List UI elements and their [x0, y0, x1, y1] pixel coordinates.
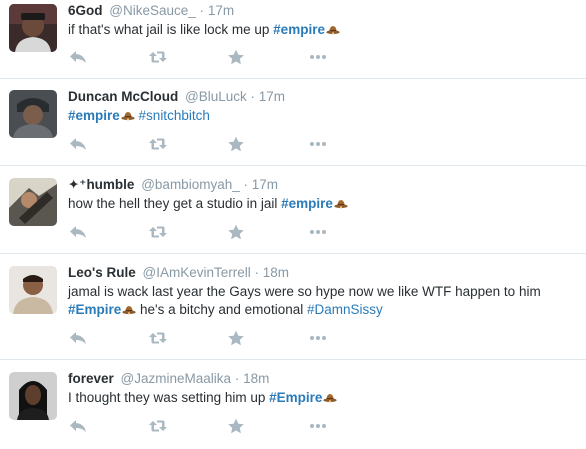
reply-icon[interactable] [68, 224, 88, 240]
display-name-text: humble [86, 177, 135, 192]
hashtag-link[interactable]: #empire [281, 196, 333, 211]
star-icon[interactable] [226, 49, 246, 65]
reply-icon[interactable] [68, 418, 88, 434]
tweet-header: forever @JazmineMaalika · 18m [68, 370, 578, 388]
timestamp[interactable]: 18m [263, 265, 289, 280]
star-icon[interactable] [226, 136, 246, 152]
hashtag-link[interactable]: #snitchbitch [139, 108, 210, 123]
tweet-text: #empire #snitchbitch [68, 107, 578, 125]
more-icon[interactable] [308, 49, 328, 65]
cowboy-hat-emoji-icon [326, 24, 340, 35]
reply-icon[interactable] [68, 49, 88, 65]
username[interactable]: @bambiomyah_ [141, 177, 240, 192]
separator-dot: · [243, 177, 249, 192]
tweet-text-part: jamal is wack last year the Gays were so… [68, 284, 541, 299]
cowboy-hat-emoji-icon [122, 304, 136, 315]
retweet-icon[interactable] [148, 224, 168, 240]
star-icon[interactable] [226, 224, 246, 240]
tweet-header: ✦⁺humble @bambiomyah_ · 17m [68, 176, 578, 194]
avatar[interactable] [9, 266, 57, 314]
separator-dot: · [250, 89, 256, 104]
tweet-header: Duncan McCloud @BluLuck · 17m [68, 88, 578, 106]
display-name[interactable]: 6God [68, 3, 103, 18]
display-name[interactable]: Leo's Rule [68, 265, 136, 280]
tweet-text-part: he's a bitchy and emotional [136, 302, 307, 317]
hashtag-link[interactable]: #empire [273, 22, 325, 37]
reply-icon[interactable] [68, 330, 88, 346]
tweet-header: Leo's Rule @IAmKevinTerrell · 18m [68, 264, 578, 282]
sparkle-glyph: ✦⁺ [68, 177, 87, 192]
tweet[interactable]: Duncan McCloud @BluLuck · 17m #empire #s… [0, 79, 586, 166]
display-name[interactable]: Duncan McCloud [68, 89, 178, 104]
tweet-header: 6God @NikeSauce_ · 17m [68, 2, 578, 20]
tweet[interactable]: forever @JazmineMaalika · 18m I thought … [0, 360, 586, 449]
star-icon[interactable] [226, 418, 246, 434]
reply-icon[interactable] [68, 136, 88, 152]
username[interactable]: @BluLuck [185, 89, 247, 104]
retweet-icon[interactable] [148, 49, 168, 65]
display-name[interactable]: ✦⁺humble [68, 177, 134, 192]
timestamp[interactable]: 17m [252, 177, 278, 192]
tweet[interactable]: Leo's Rule @IAmKevinTerrell · 18m jamal … [0, 254, 586, 360]
tweet-text: I thought they was setting him up #Empir… [68, 389, 578, 407]
separator-dot: · [199, 3, 205, 18]
tweet-text: how the hell they get a studio in jail #… [68, 195, 578, 213]
display-name[interactable]: forever [68, 371, 114, 386]
star-icon[interactable] [226, 330, 246, 346]
avatar[interactable] [9, 4, 57, 52]
tweet-text-part: how the hell they get a studio in jail [68, 196, 282, 211]
cowboy-hat-emoji-icon [323, 392, 337, 403]
hashtag-link[interactable]: #DamnSissy [307, 302, 383, 317]
tweet-text-part: if that's what jail is like lock me up [68, 22, 274, 37]
tweet-text: if that's what jail is like lock me up #… [68, 21, 578, 39]
retweet-icon[interactable] [148, 136, 168, 152]
timestamp[interactable]: 17m [259, 89, 285, 104]
tweet-text: jamal is wack last year the Gays were so… [68, 283, 578, 319]
hashtag-link[interactable]: #Empire [269, 390, 322, 405]
hashtag-link[interactable]: #Empire [68, 302, 121, 317]
avatar[interactable] [9, 372, 57, 420]
cowboy-hat-emoji-icon [334, 198, 348, 209]
separator-dot: · [254, 265, 260, 280]
more-icon[interactable] [308, 224, 328, 240]
timestamp[interactable]: 18m [243, 371, 269, 386]
more-icon[interactable] [308, 330, 328, 346]
tweet[interactable]: ✦⁺humble @bambiomyah_ · 17m how the hell… [0, 166, 586, 254]
retweet-icon[interactable] [148, 330, 168, 346]
retweet-icon[interactable] [148, 418, 168, 434]
cowboy-hat-emoji-icon [121, 110, 135, 121]
separator-dot: · [234, 371, 240, 386]
timestamp[interactable]: 17m [208, 3, 234, 18]
hashtag-link[interactable]: #empire [68, 108, 120, 123]
tweet[interactable]: 6God @NikeSauce_ · 17m if that's what ja… [0, 0, 586, 79]
tweet-text-part: I thought they was setting him up [68, 390, 270, 405]
avatar[interactable] [9, 178, 57, 226]
more-icon[interactable] [308, 418, 328, 434]
username[interactable]: @JazmineMaalika [121, 371, 232, 386]
username[interactable]: @NikeSauce_ [109, 3, 196, 18]
username[interactable]: @IAmKevinTerrell [143, 265, 251, 280]
more-icon[interactable] [308, 136, 328, 152]
avatar[interactable] [9, 90, 57, 138]
